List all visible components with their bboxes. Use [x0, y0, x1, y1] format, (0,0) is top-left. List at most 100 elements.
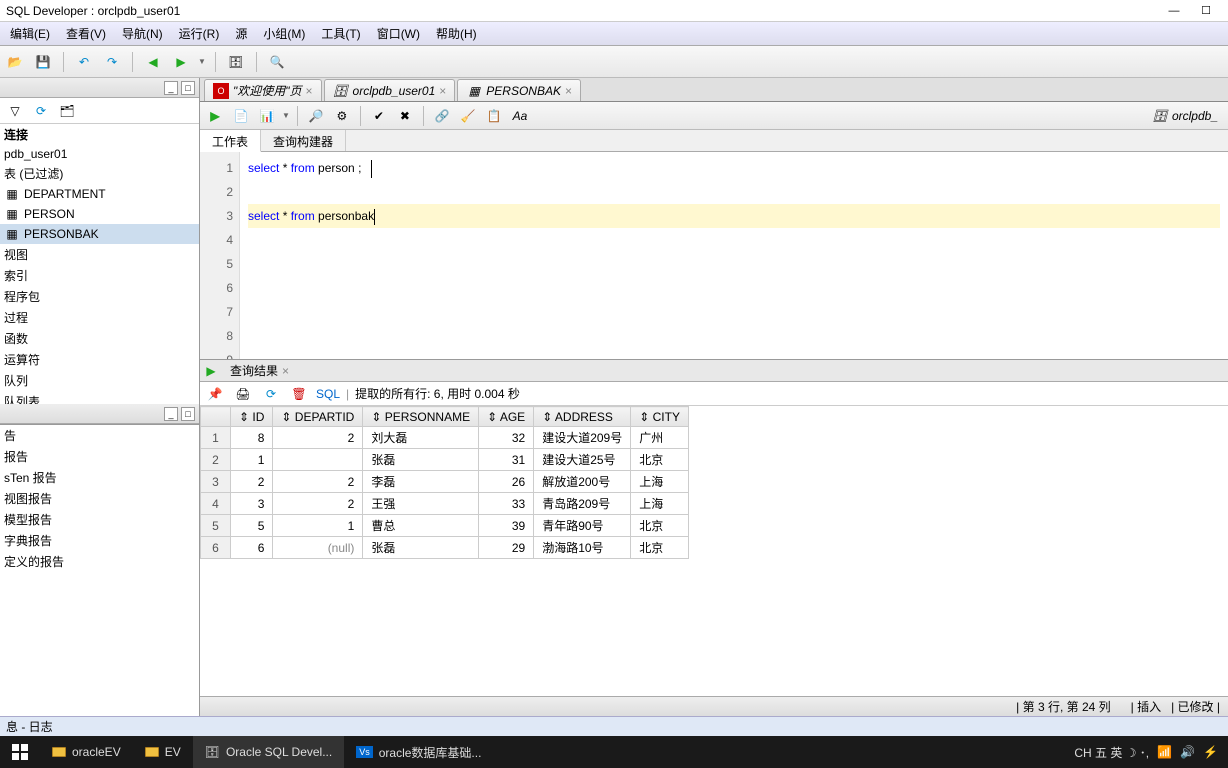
- unshared-icon[interactable]: 🔗: [431, 105, 453, 127]
- menu-run[interactable]: 运行(R): [173, 23, 226, 44]
- worksheet-toolbar: ▶ 📄 📊 ▼ 🔎 ⚙ ✔ ✖ 🔗 🧹 📋 Aa 🗄 orclpdb_: [200, 102, 1228, 130]
- run-script-icon[interactable]: 📄: [230, 105, 252, 127]
- pin-icon[interactable]: ▶: [200, 360, 222, 382]
- sql-icon[interactable]: 🗄: [225, 51, 247, 73]
- table-icon: ▦: [466, 83, 482, 99]
- panel-max-icon[interactable]: □: [181, 81, 195, 95]
- report-item[interactable]: 告: [0, 425, 199, 446]
- menu-view[interactable]: 查看(V): [60, 23, 112, 44]
- tab-welcome[interactable]: O "欢迎使用"页 ×: [204, 79, 322, 101]
- result-grid[interactable]: ⇕ ID⇕ DEPARTID⇕ PERSONNAME⇕ AGE⇕ ADDRESS…: [200, 406, 1228, 696]
- print-icon[interactable]: 🖨: [232, 383, 254, 405]
- taskbar-item[interactable]: 🗄Oracle SQL Devel...: [193, 736, 345, 768]
- minimize-button[interactable]: —: [1158, 5, 1190, 17]
- tree-item[interactable]: 表 (已过滤): [0, 163, 199, 184]
- report-item[interactable]: 字典报告: [0, 530, 199, 551]
- main-toolbar: 📂 💾 ↶ ↷ ◀ ▶ ▼ 🗄 🔍: [0, 46, 1228, 78]
- tree-item[interactable]: 函数: [0, 328, 199, 349]
- refresh-result-icon[interactable]: ⟳: [260, 383, 282, 405]
- refresh-icon[interactable]: ⟳: [30, 100, 52, 122]
- menu-help[interactable]: 帮助(H): [430, 23, 483, 44]
- close-icon[interactable]: ×: [565, 84, 572, 98]
- tree-item[interactable]: 队列: [0, 370, 199, 391]
- rollback-icon[interactable]: ✖: [394, 105, 416, 127]
- forward-icon[interactable]: ▶: [170, 51, 192, 73]
- font-icon[interactable]: Aa: [509, 105, 531, 127]
- log-bar[interactable]: 息 - 日志: [0, 716, 1228, 736]
- close-icon[interactable]: ×: [439, 84, 446, 98]
- tree-icon[interactable]: 🗂: [56, 100, 78, 122]
- results-panel: ▶ 查询结果 × 📌 🖨 ⟳ 🗑 SQL | 提取的所有行: 6, 用时 0.0…: [200, 360, 1228, 696]
- tray-icon[interactable]: ⚡: [1203, 745, 1218, 759]
- menu-nav[interactable]: 导航(N): [116, 23, 169, 44]
- modified-status: | 已修改 |: [1171, 698, 1220, 715]
- panel-min-icon[interactable]: _: [164, 81, 178, 95]
- taskbar-item[interactable]: Vsoracle数据库基础...: [344, 736, 493, 768]
- tree-item[interactable]: pdb_user01: [0, 145, 199, 163]
- connection-selector[interactable]: 🗄 orclpdb_: [1146, 106, 1224, 126]
- report-item[interactable]: sTen 报告: [0, 467, 199, 488]
- menu-source[interactable]: 源: [229, 23, 253, 44]
- editor-tabs: O "欢迎使用"页 × 🗄 orclpdb_user01 × ▦ PERSONB…: [200, 78, 1228, 102]
- tab-personbak[interactable]: ▦ PERSONBAK ×: [457, 79, 581, 101]
- report-item[interactable]: 定义的报告: [0, 551, 199, 572]
- tree-table-item[interactable]: ▦PERSON: [0, 204, 199, 224]
- open-icon[interactable]: 📂: [4, 51, 26, 73]
- sql-icon: 🗄: [333, 83, 349, 99]
- tree-table-item[interactable]: ▦DEPARTMENT: [0, 184, 199, 204]
- cursor-position: | 第 3 行, 第 24 列: [1016, 698, 1110, 715]
- reports-tree[interactable]: 告 报告 sTen 报告 视图报告 模型报告 字典报告 定义的报告: [0, 424, 199, 716]
- tree-header: 连接: [0, 124, 199, 145]
- code-area[interactable]: select * from person ; select * from per…: [240, 152, 1228, 359]
- system-tray[interactable]: CH 五 英 ☽ ･, 📶 🔊 ⚡: [1064, 744, 1228, 761]
- history-icon[interactable]: 📋: [483, 105, 505, 127]
- menu-window[interactable]: 窗口(W): [371, 23, 426, 44]
- sql-tuning-icon[interactable]: ⚙: [331, 105, 353, 127]
- sql-editor[interactable]: 123456789 select * from person ; select …: [200, 152, 1228, 360]
- worksheet-tab[interactable]: 工作表: [200, 130, 261, 152]
- report-item[interactable]: 模型报告: [0, 509, 199, 530]
- results-tab[interactable]: 查询结果 ×: [222, 360, 297, 381]
- run-icon[interactable]: ▶: [204, 105, 226, 127]
- tree-item[interactable]: 过程: [0, 307, 199, 328]
- db-icon[interactable]: 🔍: [266, 51, 288, 73]
- tray-icon[interactable]: 🔊: [1180, 745, 1195, 759]
- start-button[interactable]: [0, 736, 40, 768]
- report-item[interactable]: 报告: [0, 446, 199, 467]
- undo-icon[interactable]: ↶: [73, 51, 95, 73]
- maximize-button[interactable]: ☐: [1190, 4, 1222, 17]
- filter-icon[interactable]: ▽: [4, 100, 26, 122]
- report-item[interactable]: 视图报告: [0, 488, 199, 509]
- autotrace-icon[interactable]: 🔎: [305, 105, 327, 127]
- back-icon[interactable]: ◀: [142, 51, 164, 73]
- taskbar-item[interactable]: oracleEV: [40, 736, 133, 768]
- tree-table-item-selected[interactable]: ▦PERSONBAK: [0, 224, 199, 244]
- menu-tools[interactable]: 工具(T): [315, 23, 366, 44]
- query-builder-tab[interactable]: 查询构建器: [261, 130, 346, 151]
- tab-worksheet[interactable]: 🗄 orclpdb_user01 ×: [324, 79, 456, 101]
- delete-result-icon[interactable]: 🗑: [288, 383, 310, 405]
- clear-icon[interactable]: 🧹: [457, 105, 479, 127]
- tree-item[interactable]: 程序包: [0, 286, 199, 307]
- save-icon[interactable]: 💾: [32, 51, 54, 73]
- app-title: SQL Developer : orclpdb_user01: [6, 4, 180, 18]
- explain-icon[interactable]: 📊: [256, 105, 278, 127]
- tree-item[interactable]: 视图: [0, 244, 199, 265]
- menu-edit[interactable]: 编辑(E): [4, 23, 56, 44]
- close-icon[interactable]: ×: [306, 84, 313, 98]
- panel-max-icon[interactable]: □: [181, 407, 195, 421]
- worksheet-subtabs: 工作表 查询构建器: [200, 130, 1228, 152]
- taskbar-item[interactable]: EV: [133, 736, 193, 768]
- tree-item[interactable]: 队列表: [0, 391, 199, 404]
- table-icon: ▦: [4, 206, 20, 222]
- panel-min-icon[interactable]: _: [164, 407, 178, 421]
- menu-team[interactable]: 小组(M): [257, 23, 311, 44]
- tree-item[interactable]: 运算符: [0, 349, 199, 370]
- tray-icon[interactable]: 📶: [1157, 745, 1172, 759]
- redo-icon[interactable]: ↷: [101, 51, 123, 73]
- commit-icon[interactable]: ✔: [368, 105, 390, 127]
- close-icon[interactable]: ×: [282, 364, 289, 378]
- tree-item[interactable]: 索引: [0, 265, 199, 286]
- pin-result-icon[interactable]: 📌: [204, 383, 226, 405]
- connections-tree[interactable]: 连接 pdb_user01 表 (已过滤) ▦DEPARTMENT ▦PERSO…: [0, 124, 199, 404]
